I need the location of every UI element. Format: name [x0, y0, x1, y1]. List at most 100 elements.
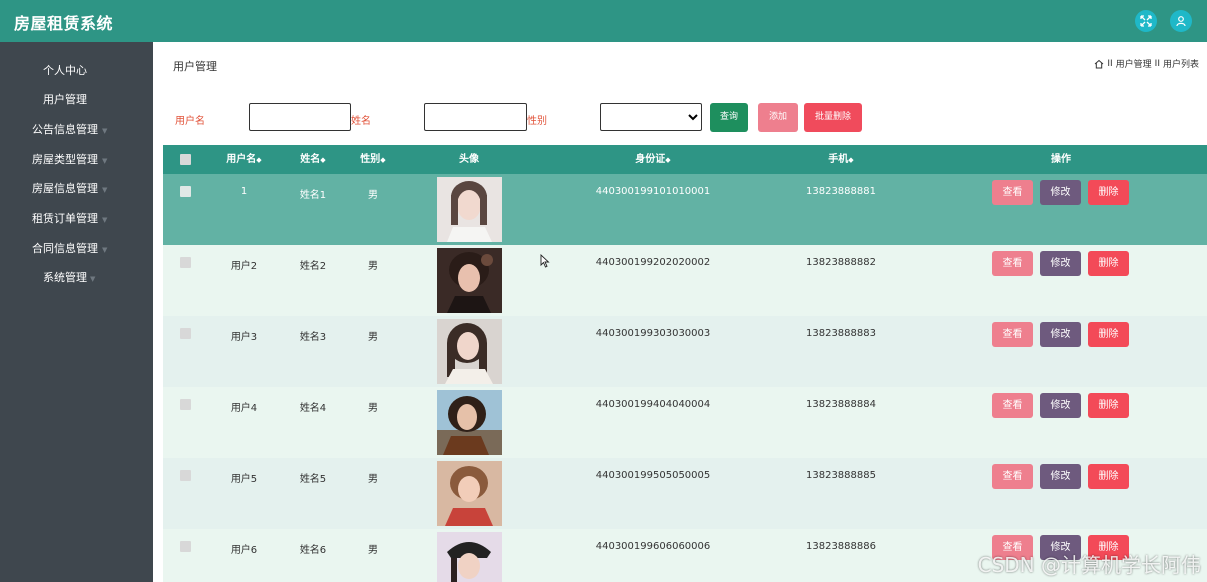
delete-button[interactable]: 删除	[1088, 251, 1129, 276]
avatar	[437, 177, 502, 242]
row-checkbox[interactable]	[180, 399, 191, 410]
edit-button[interactable]: 修改	[1040, 464, 1081, 489]
delete-button[interactable]: 删除	[1088, 393, 1129, 418]
cell-phone: 13823888884	[806, 399, 876, 410]
view-button[interactable]: 查看	[992, 180, 1033, 205]
cell-name: 姓名3	[299, 332, 327, 343]
chevron-down-icon: ▼	[102, 127, 108, 135]
delete-button[interactable]: 删除	[1088, 322, 1129, 347]
sidebar-item-system-management[interactable]: 系统管理 ▼	[0, 267, 153, 289]
username-input[interactable]	[249, 103, 351, 131]
table-row[interactable]: 用户2 姓名2 男 440300199202020002 13823888882…	[163, 245, 1207, 316]
sidebar: 个人中心 用户管理 公告信息管理 ▼ 房屋类型管理 ▼ 房屋信息管理 ▼ 租赁订…	[0, 42, 153, 582]
sidebar-item-rental-order-management[interactable]: 租赁订单管理 ▼	[0, 208, 153, 230]
sort-icon: ◆	[256, 156, 262, 164]
row-checkbox[interactable]	[180, 541, 191, 552]
table-row[interactable]: 1 姓名1 男 440300199101010001 13823888881 查…	[163, 174, 1207, 245]
sidebar-item-contract-management[interactable]: 合同信息管理 ▼	[0, 238, 153, 260]
column-label: 用户名	[226, 154, 257, 165]
sort-icon: ◆	[320, 156, 326, 164]
view-button[interactable]: 查看	[992, 464, 1033, 489]
sort-icon: ◆	[848, 156, 854, 164]
cell-username: 用户3	[230, 332, 258, 343]
view-button[interactable]: 查看	[992, 322, 1033, 347]
sidebar-item-personal-center[interactable]: 个人中心	[0, 60, 153, 82]
edit-button[interactable]: 修改	[1040, 393, 1081, 418]
cell-phone: 13823888883	[806, 328, 876, 339]
main-content: 用户管理 II 用户管理 II 用户列表 用户名 姓名 性别 查询 添加 批量删…	[153, 42, 1207, 582]
cell-gender: 男	[368, 261, 378, 272]
delete-button[interactable]: 删除	[1088, 464, 1129, 489]
edit-button[interactable]: 修改	[1040, 180, 1081, 205]
column-header-gender[interactable]: 性别◆	[353, 145, 393, 174]
table-row[interactable]: 用户5 姓名5 男 440300199505050005 13823888885…	[163, 458, 1207, 529]
cell-username: 用户6	[230, 545, 258, 556]
gender-select[interactable]	[600, 103, 702, 131]
username-label: 用户名	[175, 116, 205, 127]
table-row[interactable]: 用户4 姓名4 男 440300199404040004 13823888884…	[163, 387, 1207, 458]
breadcrumb-item: 用户列表	[1162, 60, 1199, 70]
cell-username: 用户2	[230, 261, 258, 272]
cell-id-card: 440300199606060006	[595, 541, 711, 552]
add-button[interactable]: 添加	[758, 103, 798, 132]
cell-id-card: 440300199202020002	[595, 257, 711, 268]
column-header-id-card[interactable]: 身份证◆	[618, 145, 688, 174]
name-label: 姓名	[351, 116, 371, 127]
avatar	[437, 319, 502, 384]
select-all-checkbox[interactable]	[180, 154, 191, 165]
sidebar-item-label: 合同信息管理	[32, 242, 98, 255]
cell-name: 姓名5	[299, 474, 327, 485]
cell-gender: 男	[368, 545, 378, 556]
app-title: 房屋租赁系统	[14, 14, 114, 33]
cell-phone: 13823888882	[806, 257, 876, 268]
breadcrumb-item[interactable]: 用户管理	[1116, 57, 1152, 70]
chevron-down-icon: ▼	[90, 275, 96, 283]
row-checkbox[interactable]	[180, 470, 191, 481]
cell-name: 姓名1	[299, 190, 327, 201]
sidebar-item-house-type-management[interactable]: 房屋类型管理 ▼	[0, 149, 153, 171]
fullscreen-icon[interactable]	[1135, 10, 1157, 32]
sidebar-item-label: 租赁订单管理	[32, 212, 98, 225]
avatar	[437, 390, 502, 455]
sidebar-item-label: 公告信息管理	[32, 123, 98, 136]
user-icon[interactable]	[1170, 10, 1192, 32]
home-icon[interactable]	[1094, 59, 1104, 69]
avatar	[437, 248, 502, 313]
sidebar-item-label: 房屋类型管理	[32, 153, 98, 166]
cell-gender: 男	[368, 474, 378, 485]
edit-button[interactable]: 修改	[1040, 322, 1081, 347]
sidebar-item-user-management[interactable]: 用户管理	[0, 89, 153, 111]
edit-button[interactable]: 修改	[1040, 251, 1081, 276]
column-label: 身份证	[635, 154, 666, 165]
column-header-actions: 操作	[1051, 154, 1071, 165]
avatar	[437, 461, 502, 526]
cell-username: 1	[240, 186, 248, 197]
gender-label: 性别	[527, 116, 547, 127]
chevron-down-icon: ▼	[102, 157, 108, 165]
column-header-username[interactable]: 用户名◆	[220, 145, 268, 174]
delete-button[interactable]: 删除	[1088, 180, 1129, 205]
batch-delete-button[interactable]: 批量删除	[804, 103, 862, 132]
query-button[interactable]: 查询	[710, 103, 748, 132]
breadcrumb-separator: II	[1154, 58, 1160, 69]
view-button[interactable]: 查看	[992, 393, 1033, 418]
sort-icon: ◆	[380, 156, 386, 164]
mouse-cursor-icon	[540, 254, 550, 268]
name-input[interactable]	[424, 103, 527, 131]
row-checkbox[interactable]	[180, 186, 191, 197]
cell-id-card: 440300199505050005	[595, 470, 711, 481]
breadcrumb-separator: II	[1107, 58, 1113, 69]
cell-gender: 男	[368, 403, 378, 414]
row-checkbox[interactable]	[180, 257, 191, 268]
table-row[interactable]: 用户3 姓名3 男 440300199303030003 13823888883…	[163, 316, 1207, 387]
cell-phone: 13823888886	[806, 541, 876, 552]
column-header-name[interactable]: 姓名◆	[293, 145, 333, 174]
column-label: 姓名	[300, 154, 321, 165]
view-button[interactable]: 查看	[992, 251, 1033, 276]
page-title: 用户管理	[173, 60, 217, 73]
sidebar-item-notice-management[interactable]: 公告信息管理 ▼	[0, 119, 153, 141]
column-header-phone[interactable]: 手机◆	[811, 145, 871, 174]
sidebar-item-house-info-management[interactable]: 房屋信息管理 ▼	[0, 178, 153, 200]
watermark: CSDN @计算机学长阿伟	[977, 553, 1201, 577]
row-checkbox[interactable]	[180, 328, 191, 339]
